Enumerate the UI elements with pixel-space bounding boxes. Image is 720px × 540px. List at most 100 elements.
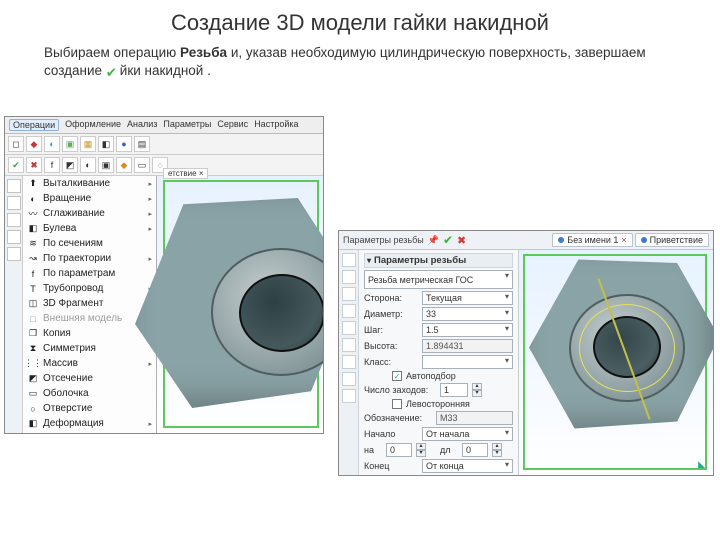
dropdown-item[interactable]: ≋По сечениям xyxy=(23,236,156,251)
dropdown-item[interactable]: ◧Булева▸ xyxy=(23,221,156,236)
autoselect-checkbox[interactable]: ✓ xyxy=(392,371,402,381)
toolbar-btn[interactable]: ● xyxy=(116,136,132,152)
operations-dropdown: ⬆Выталкивание▸ ◐ Вращение ▸ 〰Сглаживание▸◧Бу… xyxy=(23,176,157,434)
toolbar-btn[interactable]: ◆ xyxy=(116,157,132,173)
side-tool[interactable] xyxy=(342,304,356,318)
dropdown-item[interactable]: fПо параметрам xyxy=(23,266,156,281)
lefthand-checkbox[interactable] xyxy=(392,399,402,409)
item-label: По траектории xyxy=(43,253,111,264)
toolbar-btn[interactable]: ◻ xyxy=(8,136,24,152)
side-tool[interactable] xyxy=(342,321,356,335)
menu-operations[interactable]: Операции xyxy=(9,119,59,131)
view-cube-icon[interactable]: ◣ xyxy=(698,459,705,470)
side-tool[interactable] xyxy=(7,213,21,227)
dropdown-item[interactable]: ⧗Симметрия xyxy=(23,341,156,356)
side-tool[interactable] xyxy=(7,230,21,244)
diameter-select[interactable]: 33 xyxy=(422,307,513,321)
doc-tab-1[interactable]: Без имени 1× xyxy=(552,233,632,247)
item-icon: ◧ xyxy=(27,418,39,430)
item-icon: ▭ xyxy=(27,388,39,400)
dropdown-item[interactable]: TТрубопровод▸ xyxy=(23,281,156,296)
designation-label: Обозначение: xyxy=(364,413,432,423)
dropdown-item[interactable]: ❐Копия xyxy=(23,326,156,341)
side-tool[interactable] xyxy=(342,253,356,267)
toolbar-btn[interactable]: ▦ xyxy=(80,136,96,152)
menu-analysis[interactable]: Анализ xyxy=(127,119,157,131)
side-tool[interactable] xyxy=(342,372,356,386)
submenu-arrow-icon: ▸ xyxy=(148,225,152,233)
dl-field[interactable]: 0 xyxy=(462,443,488,457)
submenu-arrow-icon: ▸ xyxy=(148,420,152,428)
submenu-arrow-icon: ▸ xyxy=(148,360,152,368)
starts-spinner[interactable]: ▴▾ xyxy=(472,383,482,397)
side-tool[interactable] xyxy=(342,355,356,369)
side-select[interactable]: Текущая xyxy=(422,291,513,305)
dropdown-item[interactable]: 〰Сглаживание▸ xyxy=(23,206,156,221)
menu-settings[interactable]: Настройка xyxy=(254,119,298,131)
na-spinner[interactable]: ▴▾ xyxy=(416,443,426,457)
begin-select[interactable]: От начала xyxy=(422,427,513,441)
autoselect-label: Автоподбор xyxy=(406,371,456,381)
dropdown-item[interactable]: ○Отверстие xyxy=(23,401,156,416)
screenshot-right: Параметры резьбы 📌 ✔ ✖ Без имени 1× Прив… xyxy=(338,230,714,476)
step-select[interactable]: 1.5 xyxy=(422,323,513,337)
toolbar-btn[interactable]: ✖ xyxy=(26,157,42,173)
toolbar-btn[interactable]: ◆ xyxy=(26,136,42,152)
item-icon: T xyxy=(27,283,39,295)
na-field[interactable]: 0 xyxy=(386,443,412,457)
item-label: Трубопровод xyxy=(43,283,103,294)
3d-viewport-right[interactable]: ◣ xyxy=(519,250,713,476)
doc-tab-2[interactable]: Приветствие xyxy=(635,233,709,247)
toolbar-btn[interactable]: ▭ xyxy=(134,157,150,173)
side-tool[interactable] xyxy=(7,179,21,193)
toolbar-btn[interactable]: f xyxy=(44,157,60,173)
toolbar-row-1: ◻ ◆ ◐ ▣ ▦ ◧ ● ▤ xyxy=(5,134,323,155)
accept-icon[interactable]: ✔ xyxy=(443,233,453,247)
dropdown-item[interactable]: ◿Уклон▸ xyxy=(23,431,156,434)
pin-icon[interactable]: 📌 xyxy=(428,235,439,246)
starts-field[interactable]: 1 xyxy=(440,383,468,397)
close-icon[interactable]: × xyxy=(621,235,626,245)
side-tool[interactable] xyxy=(342,338,356,352)
item-icon: ◐ xyxy=(27,193,39,205)
side-tool[interactable] xyxy=(7,196,21,210)
toolbar-btn[interactable]: ◧ xyxy=(98,136,114,152)
toolbar-btn[interactable]: ▣ xyxy=(62,136,78,152)
properties-header[interactable]: ▾Параметры резьбы xyxy=(364,253,513,268)
toolbar-btn[interactable]: ◐ xyxy=(44,136,60,152)
dropdown-item[interactable]: ◫3D Фрагмент xyxy=(23,296,156,311)
description-paragraph: Выбираем операцию Резьба и, указав необх… xyxy=(0,42,720,88)
item-label: Вращение xyxy=(43,193,91,204)
toolbar-btn[interactable]: ◐ xyxy=(80,157,96,173)
side-tool[interactable] xyxy=(342,389,356,403)
side-toolbar xyxy=(5,176,23,434)
dropdown-item[interactable]: ⬆Выталкивание▸ xyxy=(23,176,156,191)
menu-service[interactable]: Сервис xyxy=(217,119,248,131)
viewport-tab[interactable]: етствие × xyxy=(163,168,208,179)
side-tool[interactable] xyxy=(342,270,356,284)
lefthand-label: Левосторонняя xyxy=(406,399,470,409)
dropdown-item[interactable]: ▭Оболочка xyxy=(23,386,156,401)
menu-design[interactable]: Оформление xyxy=(65,119,121,131)
side-tool[interactable] xyxy=(7,247,21,261)
end-select[interactable]: От конца xyxy=(422,459,513,473)
designation-field: М33 xyxy=(436,411,513,425)
dropdown-item[interactable]: ◩Отсечение xyxy=(23,371,156,386)
dropdown-item[interactable]: ◐Вращение▸ xyxy=(23,191,156,206)
cancel-icon[interactable]: ✖ xyxy=(457,234,466,247)
dl-spinner[interactable]: ▴▾ xyxy=(492,443,502,457)
toolbar-btn[interactable]: ▣ xyxy=(98,157,114,173)
na-label: на xyxy=(364,445,382,455)
toolbar-btn[interactable]: ▤ xyxy=(134,136,150,152)
class-select[interactable] xyxy=(422,355,513,369)
thread-type-select[interactable]: Резьба метрическая ГОС xyxy=(364,270,513,289)
dropdown-item[interactable]: ↝По траектории▸ xyxy=(23,251,156,266)
toolbar-btn[interactable]: ◩ xyxy=(62,157,78,173)
side-tool[interactable] xyxy=(342,287,356,301)
menu-parameters[interactable]: Параметры xyxy=(163,119,211,131)
toolbar-btn[interactable]: ✔ xyxy=(8,157,24,173)
dropdown-item[interactable]: ◧Деформация▸ xyxy=(23,416,156,431)
dropdown-item[interactable]: ⋮⋮Массив▸ xyxy=(23,356,156,371)
3d-viewport-left[interactable]: етствие × xyxy=(157,176,323,434)
item-label: По параметрам xyxy=(43,268,115,279)
